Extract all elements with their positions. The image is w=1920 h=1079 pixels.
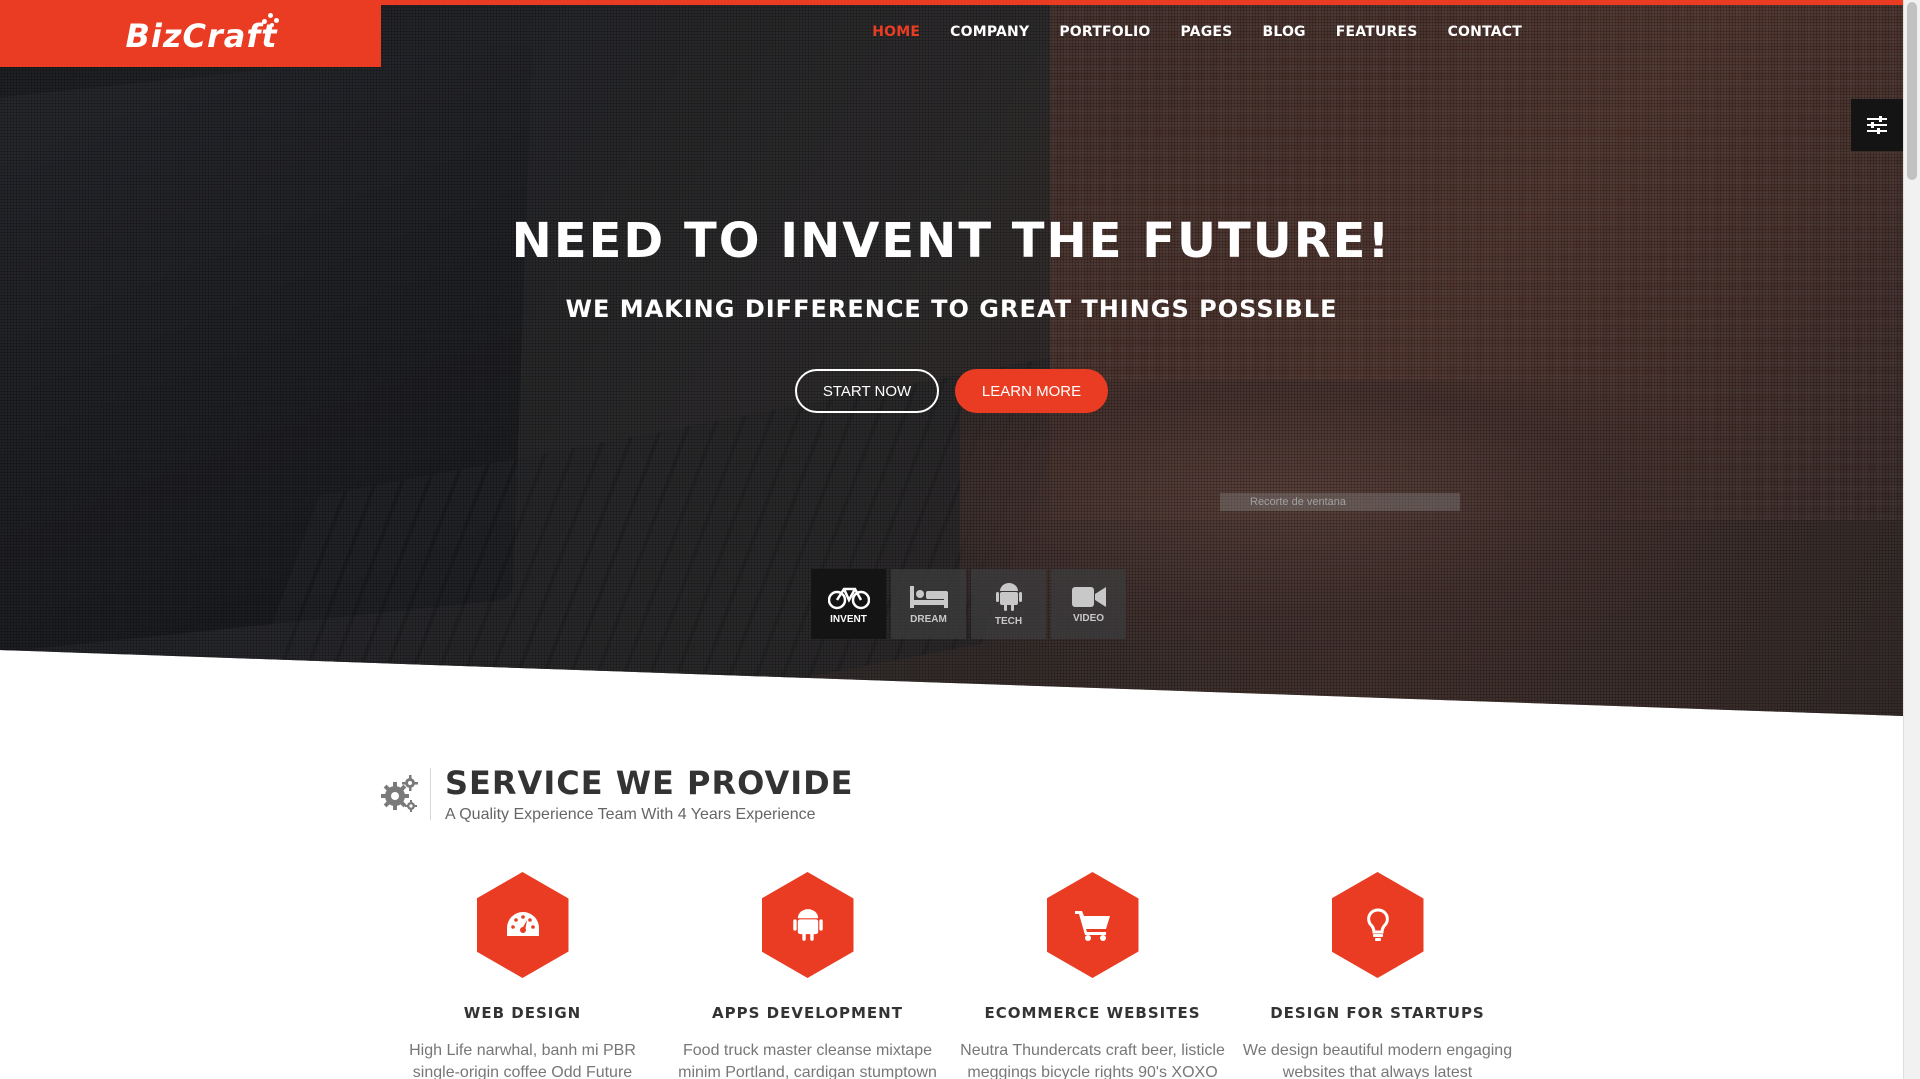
sliders-icon	[1867, 116, 1887, 134]
start-now-button[interactable]: START NOW	[795, 369, 939, 413]
services-grid: WEB DESIGN High Life narwhal, banh mi PB…	[380, 872, 1520, 1079]
service-text: Neutra Thundercats craft beer, listicle …	[960, 1042, 1225, 1079]
hero-title: NEED TO INVENT THE FUTURE!	[511, 213, 1392, 269]
style-switcher-toggle[interactable]	[1851, 99, 1903, 151]
nav-item-contact[interactable]: CONTACT	[1433, 24, 1537, 40]
android-icon	[995, 582, 1022, 611]
service-title: WEB DESIGN	[463, 1004, 582, 1022]
slide-tab-tech[interactable]: TECH	[971, 569, 1046, 639]
bed-icon	[909, 585, 948, 608]
nav-item-company[interactable]: COMPANY	[935, 24, 1044, 40]
service-text: High Life narwhal, banh mi PBR single-or…	[409, 1042, 636, 1079]
service-hexagon	[1046, 872, 1139, 978]
slide-tab-dream[interactable]: DREAM	[891, 569, 966, 639]
slide-tab-label: TECH	[994, 615, 1023, 627]
nav-item-pages[interactable]: PAGES	[1166, 24, 1248, 40]
window-tooltip: Recorte de ventana	[1220, 493, 1460, 511]
service-text: We design beautiful modern engaging webs…	[1242, 1042, 1513, 1079]
scrollbar-thumb[interactable]	[1907, 2, 1917, 180]
services-header: SERVICE WE PROVIDE A Quality Experience …	[380, 764, 854, 824]
nav-item-portfolio[interactable]: PORTFOLIO	[1044, 24, 1165, 40]
slide-tab-video[interactable]: VIDEO	[1051, 569, 1126, 639]
nav-item-home[interactable]: HOME	[857, 24, 935, 40]
service-web-design: WEB DESIGN High Life narwhal, banh mi PB…	[380, 872, 665, 1079]
logo-dots	[258, 11, 280, 27]
service-text: Food truck master cleanse mixtape minim …	[678, 1042, 937, 1079]
service-title: DESIGN FOR STARTUPS	[1270, 1004, 1485, 1022]
service-hexagon	[476, 872, 569, 978]
service-title: APPS DEVELOPMENT	[712, 1004, 903, 1022]
main-nav: HOME COMPANY PORTFOLIO PAGES BLOG FEATUR…	[857, 24, 1537, 40]
video-camera-icon	[1071, 586, 1106, 607]
learn-more-button[interactable]: LEARN MORE	[955, 369, 1108, 413]
slide-tab-label: INVENT	[830, 613, 867, 625]
service-ecommerce-websites: ECOMMERCE WEBSITES Neutra Thundercats cr…	[950, 872, 1235, 1079]
service-title: ECOMMERCE WEBSITES	[984, 1004, 1201, 1022]
slide-tab-label: DREAM	[910, 613, 947, 625]
lightbulb-icon	[1366, 908, 1389, 941]
nav-item-blog[interactable]: BLOG	[1247, 24, 1320, 40]
bicycle-icon	[827, 587, 870, 609]
slide-tab-invent[interactable]: INVENT	[811, 569, 886, 639]
nav-item-features[interactable]: FEATURES	[1321, 24, 1433, 40]
section-divider	[430, 768, 431, 820]
service-hexagon	[761, 872, 854, 978]
shopping-cart-icon	[1074, 911, 1110, 941]
slider-tabs: INVENT DREAM TECH VIDEO	[811, 569, 1126, 639]
hero-subtitle: WE MAKING DIFFERENCE TO GREAT THINGS POS…	[565, 295, 1338, 323]
logo-text: BizCraft	[125, 17, 278, 55]
service-design-for-startups: DESIGN FOR STARTUPS We design beautiful …	[1235, 872, 1520, 1079]
slide-tab-label: VIDEO	[1072, 612, 1105, 624]
android-icon	[792, 909, 823, 941]
vertical-scrollbar[interactable]	[1903, 0, 1920, 1079]
service-apps-development: APPS DEVELOPMENT Food truck master clean…	[665, 872, 950, 1079]
section-title: SERVICE WE PROVIDE	[445, 764, 854, 802]
dashboard-icon	[506, 912, 539, 936]
section-subtitle: A Quality Experience Team With 4 Years E…	[445, 806, 816, 823]
section-heading-group: SERVICE WE PROVIDE A Quality Experience …	[445, 764, 854, 824]
service-hexagon	[1331, 872, 1424, 978]
logo[interactable]: BizCraft	[0, 5, 381, 67]
gears-icon	[381, 775, 418, 812]
